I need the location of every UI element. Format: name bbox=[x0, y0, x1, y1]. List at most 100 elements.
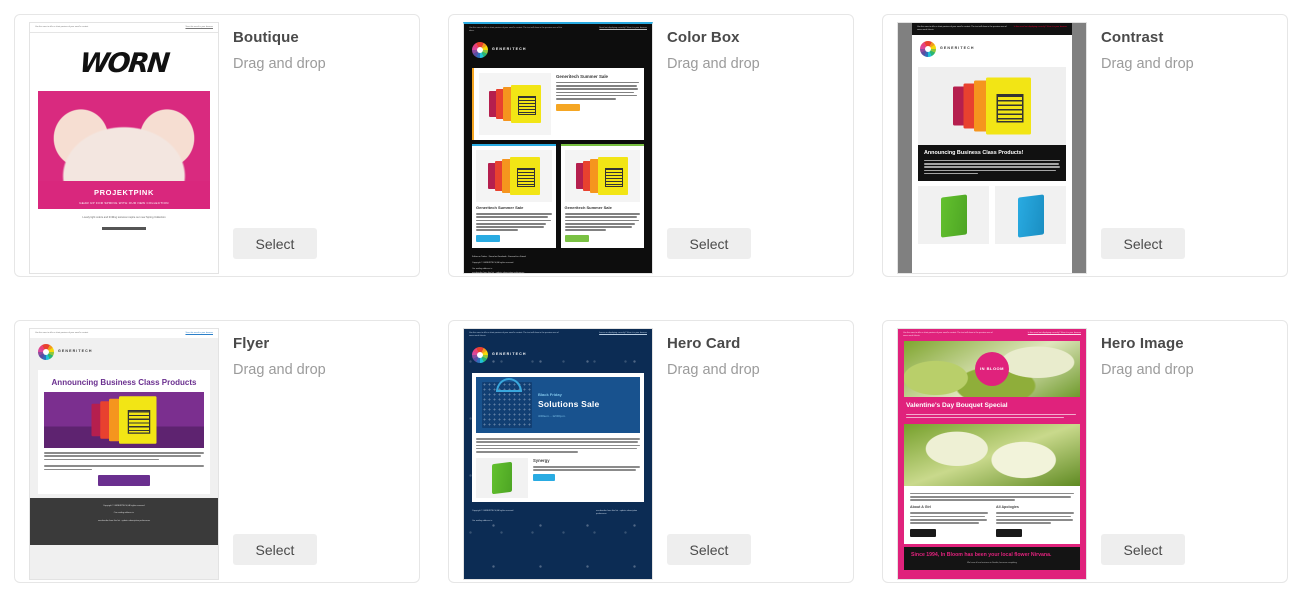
template-subtitle: Drag and drop bbox=[1101, 56, 1194, 72]
card-button-right[interactable] bbox=[564, 234, 589, 242]
template-card-hero-image[interactable]: Use this area to offer a short preview o… bbox=[882, 320, 1288, 583]
template-thumbnail-boutique: Use this area to offer a short preview o… bbox=[29, 22, 219, 276]
banner-headline: PROJEKTPINK bbox=[94, 188, 154, 198]
footer-prefs: Our mailing address is: bbox=[472, 520, 493, 523]
card-button-left[interactable] bbox=[476, 234, 500, 242]
preheader-right: Is this email not displaying correctly? … bbox=[1013, 26, 1067, 28]
footer-links: Follow on Twitter · Friend on Facebook ·… bbox=[472, 255, 526, 258]
template-subtitle: Drag and drop bbox=[233, 362, 326, 378]
select-button-hero-image[interactable]: Select bbox=[1101, 534, 1185, 565]
product-left bbox=[918, 186, 989, 245]
footer-copyright: Copyright © GENERITECH, All rights reser… bbox=[103, 505, 145, 508]
feature-button[interactable] bbox=[556, 104, 580, 112]
card-heading: Generitech Summer Sale bbox=[476, 205, 524, 210]
select-button-flyer[interactable]: Select bbox=[233, 534, 317, 565]
column-left: About A Girl bbox=[910, 505, 988, 539]
footer: Copyright © GENERITECH, All rights reser… bbox=[30, 498, 218, 545]
preheader-left: Use this area to offer a short preview o… bbox=[35, 26, 89, 28]
preheader-left: Use this area to offer a short preview o… bbox=[917, 26, 1007, 31]
headline: Valentine's Day Bouquet Special bbox=[906, 402, 1008, 409]
product-image bbox=[476, 150, 552, 202]
template-card-contrast[interactable]: Use this area to offer a short preview o… bbox=[882, 14, 1288, 277]
two-column-block: About A Girl All Apologies bbox=[910, 505, 1074, 539]
brand-row: GENERITECH bbox=[464, 36, 652, 64]
template-subtitle: Drag and drop bbox=[233, 56, 326, 72]
shop-button[interactable] bbox=[98, 475, 150, 487]
content-card: Announcing Business Class Products bbox=[38, 370, 210, 495]
template-thumbnail-color-box: Use this area to offer a short preview o… bbox=[463, 22, 653, 276]
template-info: Contrast Drag and drop Select bbox=[1087, 15, 1287, 276]
template-card-flyer[interactable]: Use this area to offer a short preview o… bbox=[14, 320, 420, 583]
hero-photo: PROJEKTPINK GEAR UP FOR SPRING WITH OUR … bbox=[38, 91, 210, 210]
order-now-button-right[interactable] bbox=[996, 528, 1022, 537]
preheader-right: Issues on displaying correctly? View it … bbox=[599, 332, 647, 334]
preheader: Use this area to offer a short preview o… bbox=[464, 24, 652, 36]
card-left: Generitech Summer Sale bbox=[472, 144, 556, 248]
card-right: Generitech Summer Sale bbox=[560, 144, 644, 248]
footer: Copyright © GENERITECH, All rights reser… bbox=[464, 506, 652, 528]
hero-banner: Black Friday Solutions Sale 4:00a.m. - 1… bbox=[476, 377, 640, 433]
select-button-contrast[interactable]: Select bbox=[1101, 228, 1185, 259]
template-info: Hero Card Drag and drop Select bbox=[653, 321, 853, 582]
preheader: Use this area to offer a short preview o… bbox=[898, 329, 1086, 341]
col2-heading: All Apologies bbox=[996, 504, 1019, 509]
select-button-hero-card[interactable]: Select bbox=[667, 534, 751, 565]
template-card-hero-card[interactable]: Use this area to offer a short preview o… bbox=[448, 320, 854, 583]
banner-headline: Solutions Sale bbox=[538, 399, 600, 409]
product-right bbox=[995, 186, 1066, 245]
generitech-logo-icon bbox=[38, 344, 54, 360]
template-thumbnail-hero-card: Use this area to offer a short preview o… bbox=[463, 328, 653, 582]
hero-image bbox=[918, 67, 1066, 145]
two-column-cards: Generitech Summer Sale Generitech Summer… bbox=[472, 144, 644, 248]
generitech-logo-icon bbox=[472, 42, 488, 58]
product-name: Synergy bbox=[533, 457, 550, 463]
template-info: Color Box Drag and drop Select bbox=[653, 15, 853, 276]
feature-card: Generitech Summer Sale bbox=[472, 68, 644, 140]
hero-image bbox=[44, 392, 204, 449]
product-image bbox=[564, 150, 640, 202]
product-image bbox=[476, 457, 528, 498]
banner-time: 4:00a.m. - 12:00p.m. bbox=[538, 413, 566, 418]
preheader-right: Is this email not displaying correctly? … bbox=[1027, 332, 1081, 334]
preheader-left: Use this area to offer a short preview o… bbox=[469, 27, 563, 32]
preheader-right: View this email in your browser bbox=[185, 332, 213, 334]
template-title: Flyer bbox=[233, 335, 270, 352]
template-info: Flyer Drag and drop Select bbox=[219, 321, 419, 582]
shop-now-button[interactable] bbox=[533, 474, 555, 481]
col1-heading: About A Girl bbox=[910, 504, 931, 509]
brand-badge: IN BLOOM bbox=[975, 352, 1009, 386]
brand-name: GENERITECH bbox=[492, 352, 527, 357]
template-card-color-box[interactable]: Use this area to offer a short preview o… bbox=[448, 14, 854, 277]
template-title: Hero Image bbox=[1101, 335, 1184, 352]
template-thumbnail-flyer: Use this area to offer a short preview o… bbox=[29, 328, 219, 582]
template-info: Hero Image Drag and drop Select bbox=[1087, 321, 1287, 582]
select-button-boutique[interactable]: Select bbox=[233, 228, 317, 259]
generitech-logo-icon bbox=[472, 347, 488, 363]
template-title: Contrast bbox=[1101, 29, 1164, 46]
headline-block: Valentine's Day Bouquet Special bbox=[898, 397, 1086, 422]
brand-name: GENERITECH bbox=[492, 47, 527, 52]
order-now-button-left[interactable] bbox=[910, 528, 936, 537]
gift-icon bbox=[482, 378, 532, 428]
brand-row: GENERITECH bbox=[464, 341, 652, 369]
footer-unsubscribe: unsubscribe from this list · update subs… bbox=[472, 271, 525, 274]
footer: Since 1994, In Bloom has been your local… bbox=[904, 546, 1080, 570]
preheader-right: View this email in your browser bbox=[185, 26, 213, 28]
template-subtitle: Drag and drop bbox=[1101, 362, 1194, 378]
secondary-photo bbox=[904, 424, 1080, 487]
footer-copyright: Copyright © GENERITECH, All rights reser… bbox=[472, 262, 514, 265]
preheader: Use this area to offer a short preview o… bbox=[912, 23, 1072, 35]
footer-sub: We have all our business in Seattle, bec… bbox=[967, 561, 1017, 564]
select-button-color-box[interactable]: Select bbox=[667, 228, 751, 259]
banner-subhead: GEAR UP FOR SPRING WITH OUR NEW COLLECTI… bbox=[79, 201, 169, 206]
footer-divider bbox=[102, 227, 146, 230]
template-card-boutique[interactable]: Use this area to offer a short preview o… bbox=[14, 14, 420, 277]
preheader: Use this area to offer a short preview o… bbox=[30, 329, 218, 338]
body-block: About A Girl All Apologies bbox=[904, 486, 1080, 544]
template-title: Hero Card bbox=[667, 335, 741, 352]
template-thumbnail-hero-image: Use this area to offer a short preview o… bbox=[897, 328, 1087, 582]
brand-name: GENERITECH bbox=[58, 349, 93, 354]
footer-headline: Since 1994, In Bloom has been your local… bbox=[911, 551, 1052, 558]
footer: Follow on Twitter · Friend on Facebook ·… bbox=[464, 252, 652, 274]
preheader: Use this area to offer a short preview o… bbox=[464, 329, 652, 341]
